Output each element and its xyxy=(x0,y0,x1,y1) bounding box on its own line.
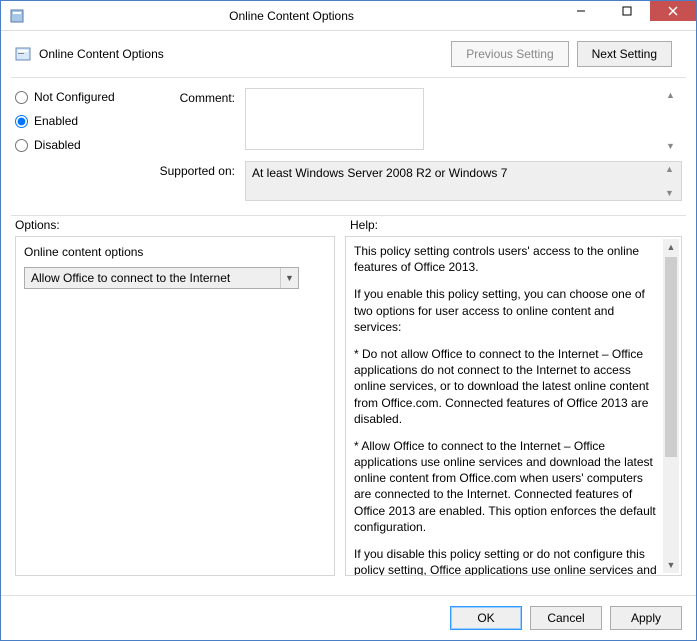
comment-row: Comment: ▲▼ xyxy=(155,88,682,153)
options-title: Online content options xyxy=(24,245,326,259)
page-title: Online Content Options xyxy=(39,47,451,61)
radio-disabled[interactable]: Disabled xyxy=(15,138,155,152)
comment-scroll: ▲▼ xyxy=(666,90,680,151)
scroll-down-icon[interactable]: ▼ xyxy=(663,557,679,573)
options-label: Options: xyxy=(15,218,340,232)
mid-labels: Options: Help: xyxy=(1,216,696,236)
policy-icon xyxy=(15,46,31,62)
titlebar-controls xyxy=(558,1,696,30)
scroll-down-icon[interactable]: ▼ xyxy=(666,141,680,151)
scroll-up-icon[interactable]: ▲ xyxy=(665,164,679,174)
supported-box: At least Windows Server 2008 R2 or Windo… xyxy=(245,161,682,201)
radio-not-configured[interactable]: Not Configured xyxy=(15,90,155,104)
apply-button[interactable]: Apply xyxy=(610,606,682,630)
close-button[interactable] xyxy=(650,1,696,21)
dropdown-value: Allow Office to connect to the Internet xyxy=(25,271,280,285)
app-icon xyxy=(9,8,25,24)
window-title: Online Content Options xyxy=(25,9,558,23)
radio-label: Not Configured xyxy=(34,90,115,104)
help-scrollbar[interactable]: ▲ ▼ xyxy=(663,239,679,573)
supported-scroll: ▲▼ xyxy=(665,164,679,198)
online-content-dropdown[interactable]: Allow Office to connect to the Internet … xyxy=(24,267,299,289)
radio-disabled-input[interactable] xyxy=(15,139,28,152)
footer: OK Cancel Apply xyxy=(1,595,696,640)
scrollbar-thumb[interactable] xyxy=(665,257,677,457)
fields: Comment: ▲▼ Supported on: At least Windo… xyxy=(155,88,682,209)
panels: Online content options Allow Office to c… xyxy=(1,236,696,576)
radio-enabled-input[interactable] xyxy=(15,115,28,128)
help-paragraph: * Do not allow Office to connect to the … xyxy=(354,346,659,427)
radio-enabled[interactable]: Enabled xyxy=(15,114,155,128)
radio-label: Enabled xyxy=(34,114,78,128)
nav-buttons: Previous Setting Next Setting xyxy=(451,41,672,67)
help-paragraph: If you enable this policy setting, you c… xyxy=(354,286,659,335)
radio-not-configured-input[interactable] xyxy=(15,91,28,104)
help-label: Help: xyxy=(340,218,682,232)
radio-label: Disabled xyxy=(34,138,81,152)
help-panel: This policy setting controls users' acce… xyxy=(345,236,682,576)
help-paragraph: This policy setting controls users' acce… xyxy=(354,243,659,275)
top-section: Not Configured Enabled Disabled Comment:… xyxy=(1,78,696,215)
previous-setting-button[interactable]: Previous Setting xyxy=(451,41,568,67)
help-paragraph: * Allow Office to connect to the Interne… xyxy=(354,438,659,535)
maximize-button[interactable] xyxy=(604,1,650,21)
ok-button[interactable]: OK xyxy=(450,606,522,630)
help-paragraph: If you disable this policy setting or do… xyxy=(354,546,659,576)
header: Online Content Options Previous Setting … xyxy=(1,31,696,77)
chevron-down-icon: ▼ xyxy=(280,268,298,288)
supported-label: Supported on: xyxy=(155,161,245,201)
scroll-down-icon[interactable]: ▼ xyxy=(665,188,679,198)
minimize-button[interactable] xyxy=(558,1,604,21)
comment-label: Comment: xyxy=(155,88,245,153)
supported-value: At least Windows Server 2008 R2 or Windo… xyxy=(252,166,507,180)
comment-input[interactable] xyxy=(245,88,424,150)
options-panel: Online content options Allow Office to c… xyxy=(15,236,335,576)
state-radio-group: Not Configured Enabled Disabled xyxy=(15,88,155,209)
supported-row: Supported on: At least Windows Server 20… xyxy=(155,161,682,201)
titlebar: Online Content Options xyxy=(1,1,696,31)
scroll-up-icon[interactable]: ▲ xyxy=(663,239,679,255)
scroll-up-icon[interactable]: ▲ xyxy=(666,90,680,100)
cancel-button[interactable]: Cancel xyxy=(530,606,602,630)
help-text: This policy setting controls users' acce… xyxy=(354,243,677,576)
next-setting-button[interactable]: Next Setting xyxy=(577,41,672,67)
